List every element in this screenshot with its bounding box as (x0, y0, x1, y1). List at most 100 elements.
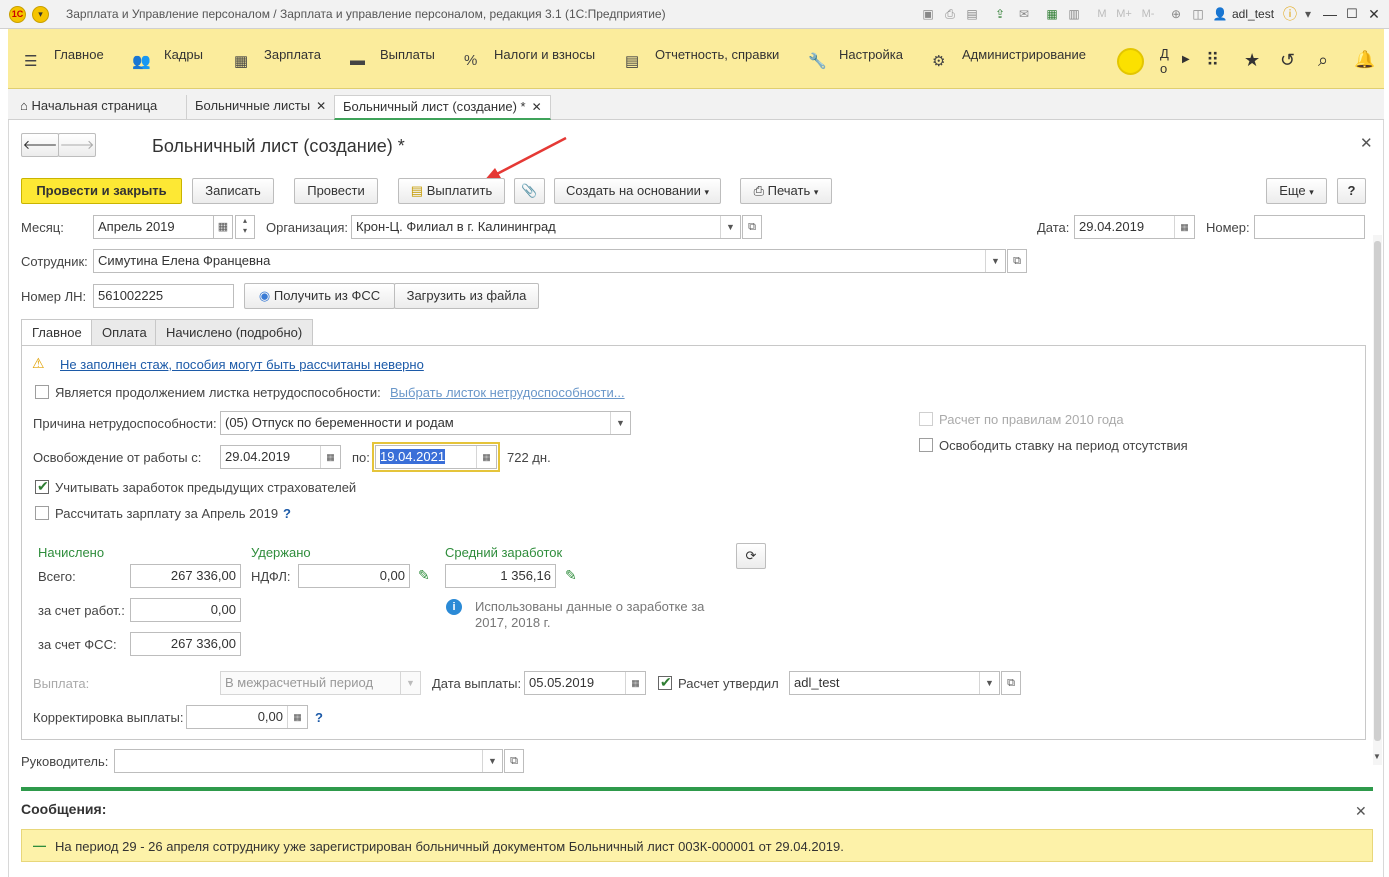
load-from-file-button[interactable]: Загрузить из файла (394, 283, 539, 309)
close-messages-icon[interactable]: ✕ (1355, 803, 1367, 820)
zoom-icon[interactable]: ⊕ (1168, 6, 1184, 22)
vertical-scrollbar[interactable] (1373, 235, 1382, 765)
refresh-button[interactable]: ⟳ (736, 543, 766, 569)
preview-icon[interactable]: ▤ (964, 6, 980, 22)
info-icon[interactable]: ⓘ (1282, 6, 1298, 22)
calendar-icon[interactable]: ▦ (213, 215, 233, 239)
close-tab-icon[interactable]: ✕ (532, 100, 542, 114)
organization-field[interactable]: Крон-Ц. Филиал в г. Калининград (351, 215, 741, 239)
percent-icon: % (464, 52, 478, 69)
tab-sick-list-create[interactable]: Больничный лист (создание) * ✕ (334, 95, 551, 120)
menu-truncated[interactable]: До до (1160, 46, 1176, 78)
chevron-down-icon[interactable]: ▼ (482, 750, 502, 772)
pencil-icon[interactable]: ✎ (565, 567, 577, 584)
total-label: Всего: (38, 569, 76, 584)
attach-button[interactable]: 📎 (514, 178, 545, 204)
calculator-icon[interactable]: ▦ (1044, 6, 1060, 22)
prev-insurers-checkbox[interactable] (35, 478, 49, 495)
manager-field[interactable] (114, 749, 503, 773)
close-window-icon[interactable]: ✕ (1366, 6, 1382, 22)
print-button[interactable]: ⎙ Печать ▾ (740, 178, 832, 204)
message-row[interactable]: — На период 29 - 26 апреля сотруднику уж… (21, 829, 1373, 862)
chevron-right-icon[interactable]: ▶ (1182, 54, 1190, 65)
payout-field[interactable]: В межрасчетный период (220, 671, 421, 695)
select-sick-list-link[interactable]: Выбрать листок нетрудоспособности... (390, 385, 625, 400)
post-button[interactable]: Провести (294, 178, 378, 204)
pay-button[interactable]: ▤ Выплатить (398, 178, 505, 204)
help-button[interactable]: ? (1337, 178, 1366, 204)
current-user[interactable]: adl_test (1232, 7, 1274, 21)
month-field[interactable]: Апрель 2019 (93, 215, 214, 239)
open-org-icon[interactable]: ⧉ (742, 215, 762, 239)
calculator-icon: ▦ (234, 53, 249, 70)
get-from-fss-button[interactable]: ◉ Получить из ФСС (244, 283, 395, 309)
employee-field[interactable]: Симутина Елена Францевна (93, 249, 1006, 273)
chevron-down-icon[interactable]: ▾ (1300, 6, 1316, 22)
grid-icon[interactable]: ⠿ (1206, 50, 1219, 71)
number-field[interactable] (1254, 215, 1365, 239)
chevron-down-icon[interactable]: ▼ (979, 672, 999, 694)
forward-button[interactable]: 🡒 (58, 133, 96, 157)
bell-icon[interactable]: 🔔 (1354, 50, 1375, 70)
calc-salary-checkbox[interactable] (35, 506, 49, 520)
chevron-down-icon[interactable]: ▼ (400, 672, 420, 694)
chevron-down-icon[interactable]: ▼ (720, 216, 740, 238)
month-label: Месяц: (21, 220, 64, 235)
history-icon[interactable]: ↺ (1280, 50, 1295, 71)
rules-2010-checkbox[interactable] (919, 412, 933, 426)
ln-number-field[interactable]: 561002225 (93, 284, 234, 308)
back-button[interactable]: 🡐 (21, 133, 59, 157)
upload-icon[interactable]: ⇪ (992, 6, 1008, 22)
manager-label: Руководитель: (21, 754, 109, 769)
memory-mminus-icon[interactable]: M- (1140, 6, 1156, 22)
main-menu-icon[interactable]: ▾ (32, 6, 49, 23)
open-manager-icon[interactable]: ⧉ (504, 749, 524, 773)
tab-accrued-detailed[interactable]: Начислено (подробно) (155, 319, 314, 346)
warning-link[interactable]: Не заполнен стаж, пособия могут быть рас… (60, 357, 424, 372)
tab-payment[interactable]: Оплата (91, 319, 158, 346)
print-icon[interactable]: ⎙ (942, 6, 958, 22)
continuation-checkbox[interactable] (35, 385, 49, 399)
panels-icon[interactable]: ◫ (1190, 6, 1206, 22)
scrollbar-thumb[interactable] (1374, 241, 1381, 741)
free-rate-checkbox[interactable] (919, 438, 933, 452)
create-based-on-button[interactable]: Создать на основании ▾ (554, 178, 721, 204)
close-form-icon[interactable]: ✕ (1360, 134, 1373, 152)
memory-m-icon[interactable]: M (1094, 6, 1110, 22)
minimize-icon[interactable]: — (1322, 6, 1338, 22)
calendar-icon[interactable]: ▦ (476, 446, 496, 468)
more-button[interactable]: Еще ▾ (1266, 178, 1327, 204)
reason-field[interactable]: (05) Отпуск по беременности и родам (220, 411, 631, 435)
help-question[interactable]: ? (283, 506, 291, 521)
save-button[interactable]: Записать (192, 178, 274, 204)
correction-label: Корректировка выплаты: (33, 710, 184, 725)
calculator-icon[interactable]: ▦ (287, 706, 307, 728)
close-tab-icon[interactable]: ✕ (316, 99, 326, 113)
tab-home[interactable]: ⌂ Начальная страница (12, 95, 165, 120)
search-icon[interactable]: ⌕ (1318, 50, 1328, 71)
calendar-icon[interactable]: ▦ (1174, 216, 1194, 238)
release-label: Освобождение от работы с: (33, 450, 202, 465)
post-and-close-button[interactable]: Провести и закрыть (21, 178, 182, 204)
mail-icon[interactable]: ✉ (1016, 6, 1032, 22)
pencil-icon[interactable]: ✎ (418, 567, 430, 584)
star-icon[interactable]: ★ (1244, 50, 1260, 71)
calendar-icon[interactable]: ▥ (1066, 6, 1082, 22)
tab-main[interactable]: Главное (21, 319, 93, 346)
approved-checkbox[interactable] (658, 674, 672, 691)
save-icon[interactable]: ▣ (920, 6, 936, 22)
sun-icon[interactable] (1117, 48, 1144, 75)
open-employee-icon[interactable]: ⧉ (1007, 249, 1027, 273)
approved-by-field[interactable]: adl_test (789, 671, 1000, 695)
open-user-icon[interactable]: ⧉ (1001, 671, 1021, 695)
memory-mplus-icon[interactable]: M+ (1116, 6, 1132, 22)
help-question[interactable]: ? (315, 710, 323, 725)
calendar-icon[interactable]: ▦ (320, 446, 340, 468)
maximize-icon[interactable]: ☐ (1344, 6, 1360, 22)
chevron-down-icon[interactable]: ▼ (985, 250, 1005, 272)
chevron-down-icon[interactable]: ▼ (610, 412, 630, 434)
month-spinner[interactable]: ▴ ▾ (235, 215, 255, 239)
scroll-down-icon[interactable]: ▼ (1373, 752, 1381, 761)
calendar-icon[interactable]: ▦ (625, 672, 645, 694)
tab-sick-lists[interactable]: Больничные листы ✕ (186, 95, 334, 120)
